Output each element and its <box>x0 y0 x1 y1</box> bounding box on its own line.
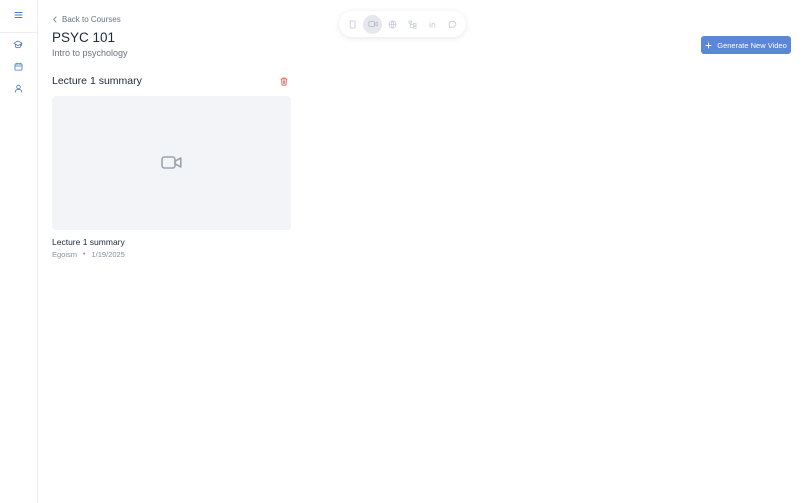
plus-icon <box>705 42 712 48</box>
chevron-left-icon <box>53 16 57 22</box>
tab-notes[interactable] <box>343 15 362 34</box>
sidebar-divider <box>0 32 37 33</box>
menu-button[interactable] <box>9 6 27 24</box>
tab-web[interactable] <box>383 15 402 34</box>
tab-mindmap[interactable] <box>403 15 422 34</box>
hamburger-icon <box>14 12 22 18</box>
sidebar-item-calendar[interactable] <box>9 57 27 75</box>
trash-icon <box>279 77 288 86</box>
book-icon <box>349 20 356 28</box>
tab-linkedin[interactable] <box>423 15 442 34</box>
section-title: Lecture 1 summary <box>52 75 142 87</box>
sidebar <box>0 0 38 503</box>
graduation-cap-icon <box>13 40 23 48</box>
delete-button[interactable] <box>278 76 289 87</box>
chat-icon <box>448 20 457 28</box>
globe-icon <box>388 20 397 28</box>
user-icon <box>14 84 22 93</box>
tab-videos[interactable] <box>363 14 382 34</box>
tab-chat[interactable] <box>443 15 462 34</box>
generate-video-button[interactable]: Generate New Video <box>701 36 791 54</box>
video-meta: Egoism • 1/19/2025 <box>52 250 125 259</box>
video-date: 1/19/2025 <box>91 250 125 259</box>
generate-video-label: Generate New Video <box>717 40 787 50</box>
video-title[interactable]: Lecture 1 summary <box>52 237 125 247</box>
back-to-courses-link[interactable]: Back to Courses <box>52 13 121 25</box>
network-icon <box>408 20 417 29</box>
linkedin-icon <box>429 21 436 28</box>
meta-separator: • <box>83 251 86 258</box>
video-thumbnail[interactable] <box>52 96 291 230</box>
calendar-icon <box>14 62 22 71</box>
page-title: PSYC 101 <box>52 30 116 45</box>
page-subtitle: Intro to psychology <box>52 48 128 58</box>
video-author: Egoism <box>52 250 78 259</box>
video-camera-icon <box>161 156 182 169</box>
sidebar-item-profile[interactable] <box>9 79 27 97</box>
sidebar-item-courses[interactable] <box>9 35 27 53</box>
video-icon <box>367 21 378 27</box>
back-link-label: Back to Courses <box>62 14 121 24</box>
content-type-toolbar <box>339 11 466 37</box>
